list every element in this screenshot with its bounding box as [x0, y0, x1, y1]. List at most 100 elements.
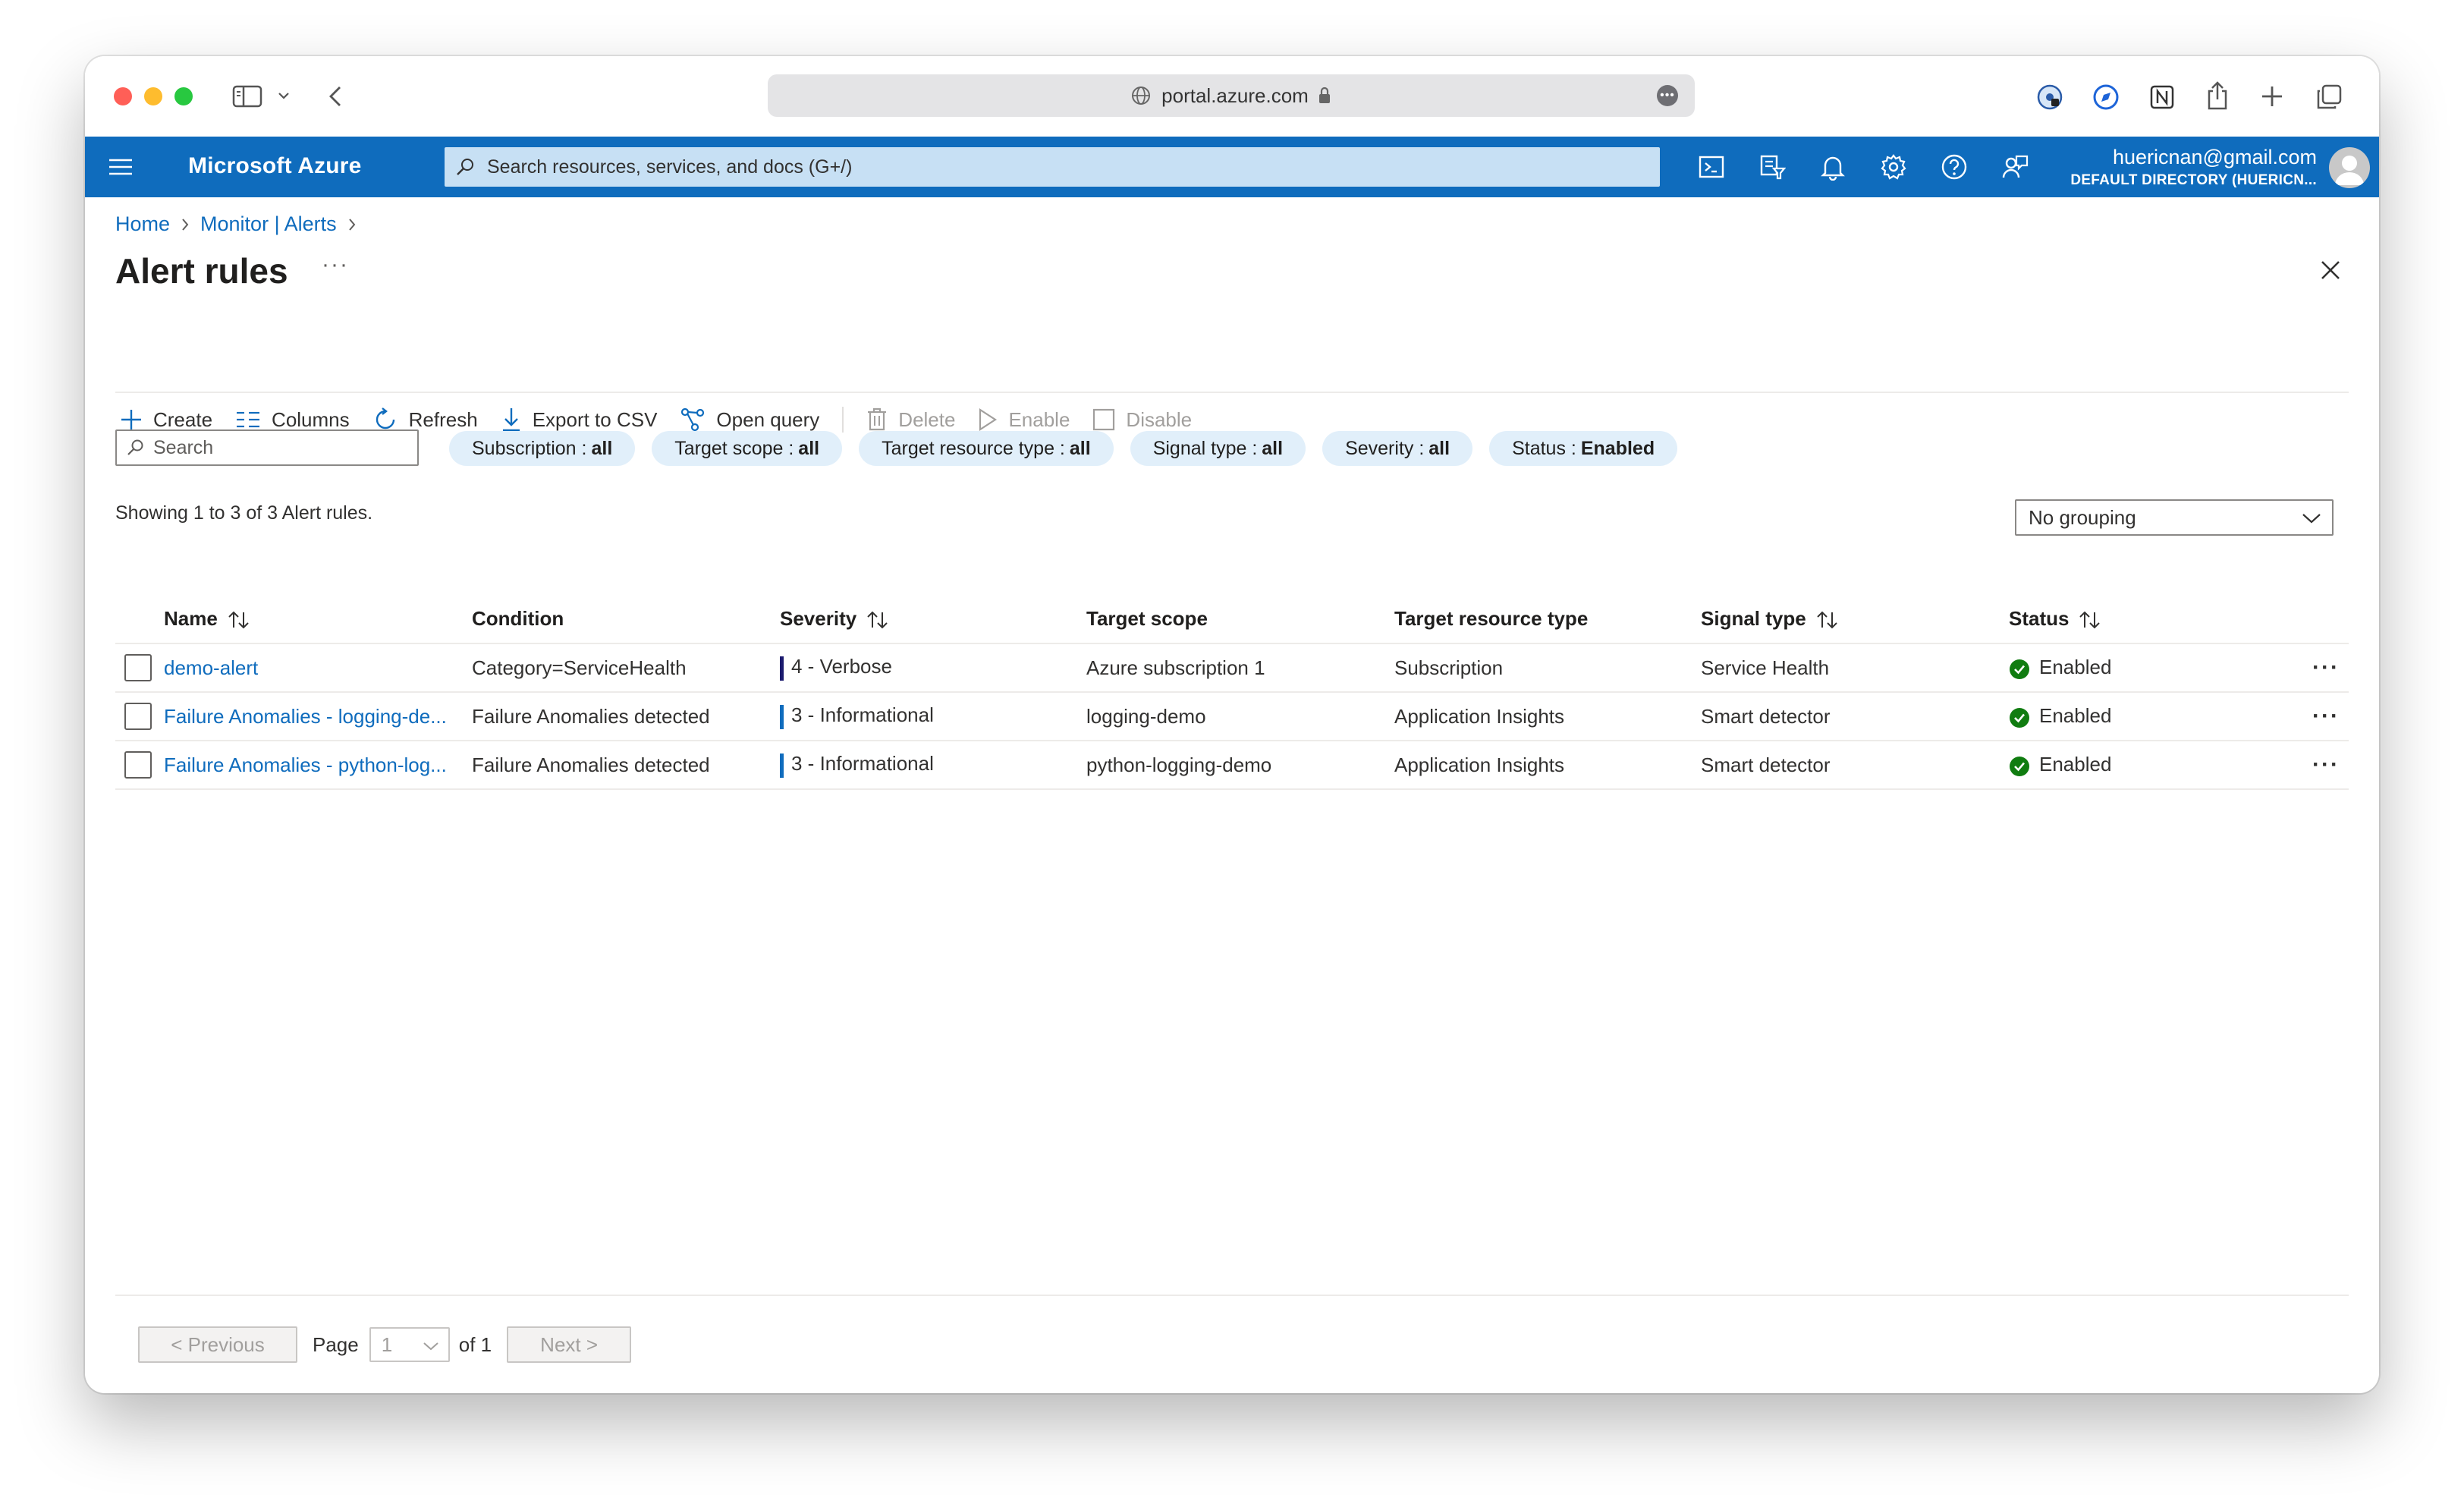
page-select[interactable]: 1	[369, 1327, 450, 1362]
alert-rule-name-link[interactable]: demo-alert	[164, 656, 258, 679]
help-icon[interactable]	[1939, 152, 1969, 182]
table-row[interactable]: Failure Anomalies - logging-de... Failur…	[115, 691, 2349, 741]
row-checkbox[interactable]	[124, 703, 152, 730]
column-header-signal-type[interactable]: Signal type	[1701, 595, 2009, 643]
compass-extension-icon[interactable]	[2092, 83, 2120, 111]
filter-value: all	[1069, 437, 1091, 459]
status-label: Enabled	[2039, 704, 2112, 728]
cloud-shell-icon[interactable]	[1696, 152, 1727, 182]
filter-label: Signal type :	[1152, 437, 1258, 459]
filter-status[interactable]: Status : Enabled	[1489, 431, 1678, 466]
column-header-severity[interactable]: Severity	[780, 595, 1086, 643]
severity-label: 3 - Informational	[791, 703, 934, 727]
sort-icon[interactable]	[866, 610, 890, 630]
download-icon	[501, 407, 522, 433]
create-button[interactable]: Create	[120, 408, 212, 432]
sort-icon[interactable]	[1815, 610, 1840, 630]
open-query-label: Open query	[716, 407, 820, 431]
status-cell: Enabled	[2009, 691, 2265, 741]
close-window-button[interactable]	[114, 87, 132, 105]
delete-button[interactable]: Delete	[866, 407, 955, 432]
plus-icon	[120, 408, 143, 431]
enable-button[interactable]: Enable	[978, 408, 1070, 432]
password-extension-icon[interactable]	[2036, 83, 2063, 111]
chevron-right-icon	[181, 217, 190, 232]
chevron-right-icon	[347, 217, 357, 232]
table-row[interactable]: demo-alert Category=ServiceHealth 4 - Ve…	[115, 643, 2349, 692]
page-more-options[interactable]: ···	[322, 252, 349, 278]
column-header-name[interactable]: Name	[164, 595, 472, 643]
breadcrumb-home[interactable]: Home	[115, 212, 170, 236]
menu-icon[interactable]	[108, 156, 134, 181]
address-bar[interactable]: portal.azure.com •••	[768, 74, 1695, 117]
row-more-actions[interactable]: ···	[2265, 691, 2349, 741]
settings-gear-icon[interactable]	[1878, 152, 1909, 182]
alert-rule-name-link[interactable]: Failure Anomalies - python-log...	[164, 754, 447, 776]
directory-filter-icon[interactable]	[1757, 152, 1787, 182]
column-header-target-scope[interactable]: Target scope	[1086, 595, 1394, 643]
column-header-condition[interactable]: Condition	[472, 595, 780, 643]
breadcrumb-monitor-alerts[interactable]: Monitor | Alerts	[200, 212, 337, 236]
severity-label: 3 - Informational	[791, 752, 934, 776]
page-menu-icon[interactable]: •••	[1657, 85, 1678, 106]
sidebar-toggle-icon[interactable]	[232, 85, 262, 108]
alert-rule-name-link[interactable]: Failure Anomalies - logging-de...	[164, 705, 447, 728]
severity-indicator	[780, 753, 784, 778]
open-query-button[interactable]: Open query	[680, 407, 819, 433]
filter-label: Severity :	[1345, 437, 1425, 459]
feedback-icon[interactable]	[2000, 152, 2030, 182]
notion-extension-icon[interactable]	[2148, 83, 2176, 111]
export-csv-button[interactable]: Export to CSV	[501, 407, 658, 433]
minimize-window-button[interactable]	[144, 87, 162, 105]
grouping-dropdown[interactable]: No grouping	[2015, 499, 2334, 536]
row-checkbox[interactable]	[124, 654, 152, 681]
column-header-status[interactable]: Status	[2009, 595, 2265, 643]
row-more-actions[interactable]: ···	[2265, 643, 2349, 692]
close-icon[interactable]	[2320, 260, 2341, 285]
azure-brand[interactable]: Microsoft Azure	[188, 153, 362, 179]
next-page-button[interactable]: Next >	[507, 1326, 632, 1363]
filter-value: all	[591, 437, 613, 459]
azure-top-bar: Microsoft Azure Search resources, servic…	[85, 137, 2379, 197]
header-label: Name	[164, 607, 218, 630]
resource-type-cell: Application Insights	[1394, 740, 1701, 790]
filter-subscription[interactable]: Subscription : all	[449, 431, 636, 466]
sort-icon[interactable]	[2078, 610, 2102, 630]
target-scope-cell: logging-demo	[1086, 691, 1394, 741]
notifications-bell-icon[interactable]	[1818, 152, 1848, 182]
share-icon[interactable]	[2206, 80, 2229, 111]
filter-target-resource-type[interactable]: Target resource type : all	[859, 431, 1114, 466]
filter-signal-type[interactable]: Signal type : all	[1130, 431, 1306, 466]
tab-overview-icon[interactable]	[2315, 83, 2343, 111]
table-row[interactable]: Failure Anomalies - python-log... Failur…	[115, 740, 2349, 790]
avatar[interactable]	[2329, 147, 2370, 188]
account-info[interactable]: huericnan@gmail.com DEFAULT DIRECTORY (H…	[2070, 146, 2317, 189]
header-label: Condition	[472, 607, 564, 630]
check-circle-icon	[2009, 756, 2030, 777]
back-icon[interactable]	[328, 85, 343, 108]
filter-search-input[interactable]: Search	[115, 429, 419, 466]
row-more-actions[interactable]: ···	[2265, 740, 2349, 790]
filter-value: Enabled	[1580, 437, 1655, 459]
global-search-input[interactable]: Search resources, services, and docs (G+…	[445, 147, 1660, 187]
header-label: Target resource type	[1394, 607, 1589, 630]
export-csv-label: Export to CSV	[532, 407, 658, 431]
header-label: Target scope	[1086, 607, 1208, 630]
severity-label: 4 - Verbose	[791, 655, 892, 678]
columns-button[interactable]: Columns	[235, 408, 350, 432]
refresh-button[interactable]: Refresh	[372, 407, 478, 433]
disable-button[interactable]: Disable	[1092, 408, 1192, 432]
browser-toolbar: portal.azure.com •••	[85, 56, 2379, 137]
zoom-window-button[interactable]	[174, 87, 193, 105]
sort-icon[interactable]	[227, 610, 251, 630]
page-label: Page	[313, 1332, 359, 1356]
check-circle-icon	[2009, 707, 2030, 728]
row-checkbox[interactable]	[124, 751, 152, 779]
new-tab-icon[interactable]	[2261, 85, 2283, 108]
previous-page-button[interactable]: < Previous	[138, 1326, 297, 1363]
filter-target-scope[interactable]: Target scope : all	[652, 431, 843, 466]
column-header-target-resource-type[interactable]: Target resource type	[1394, 595, 1701, 643]
pager-divider-line	[115, 1295, 2349, 1296]
filter-severity[interactable]: Severity : all	[1322, 431, 1473, 466]
chevron-down-icon[interactable]	[278, 91, 290, 100]
